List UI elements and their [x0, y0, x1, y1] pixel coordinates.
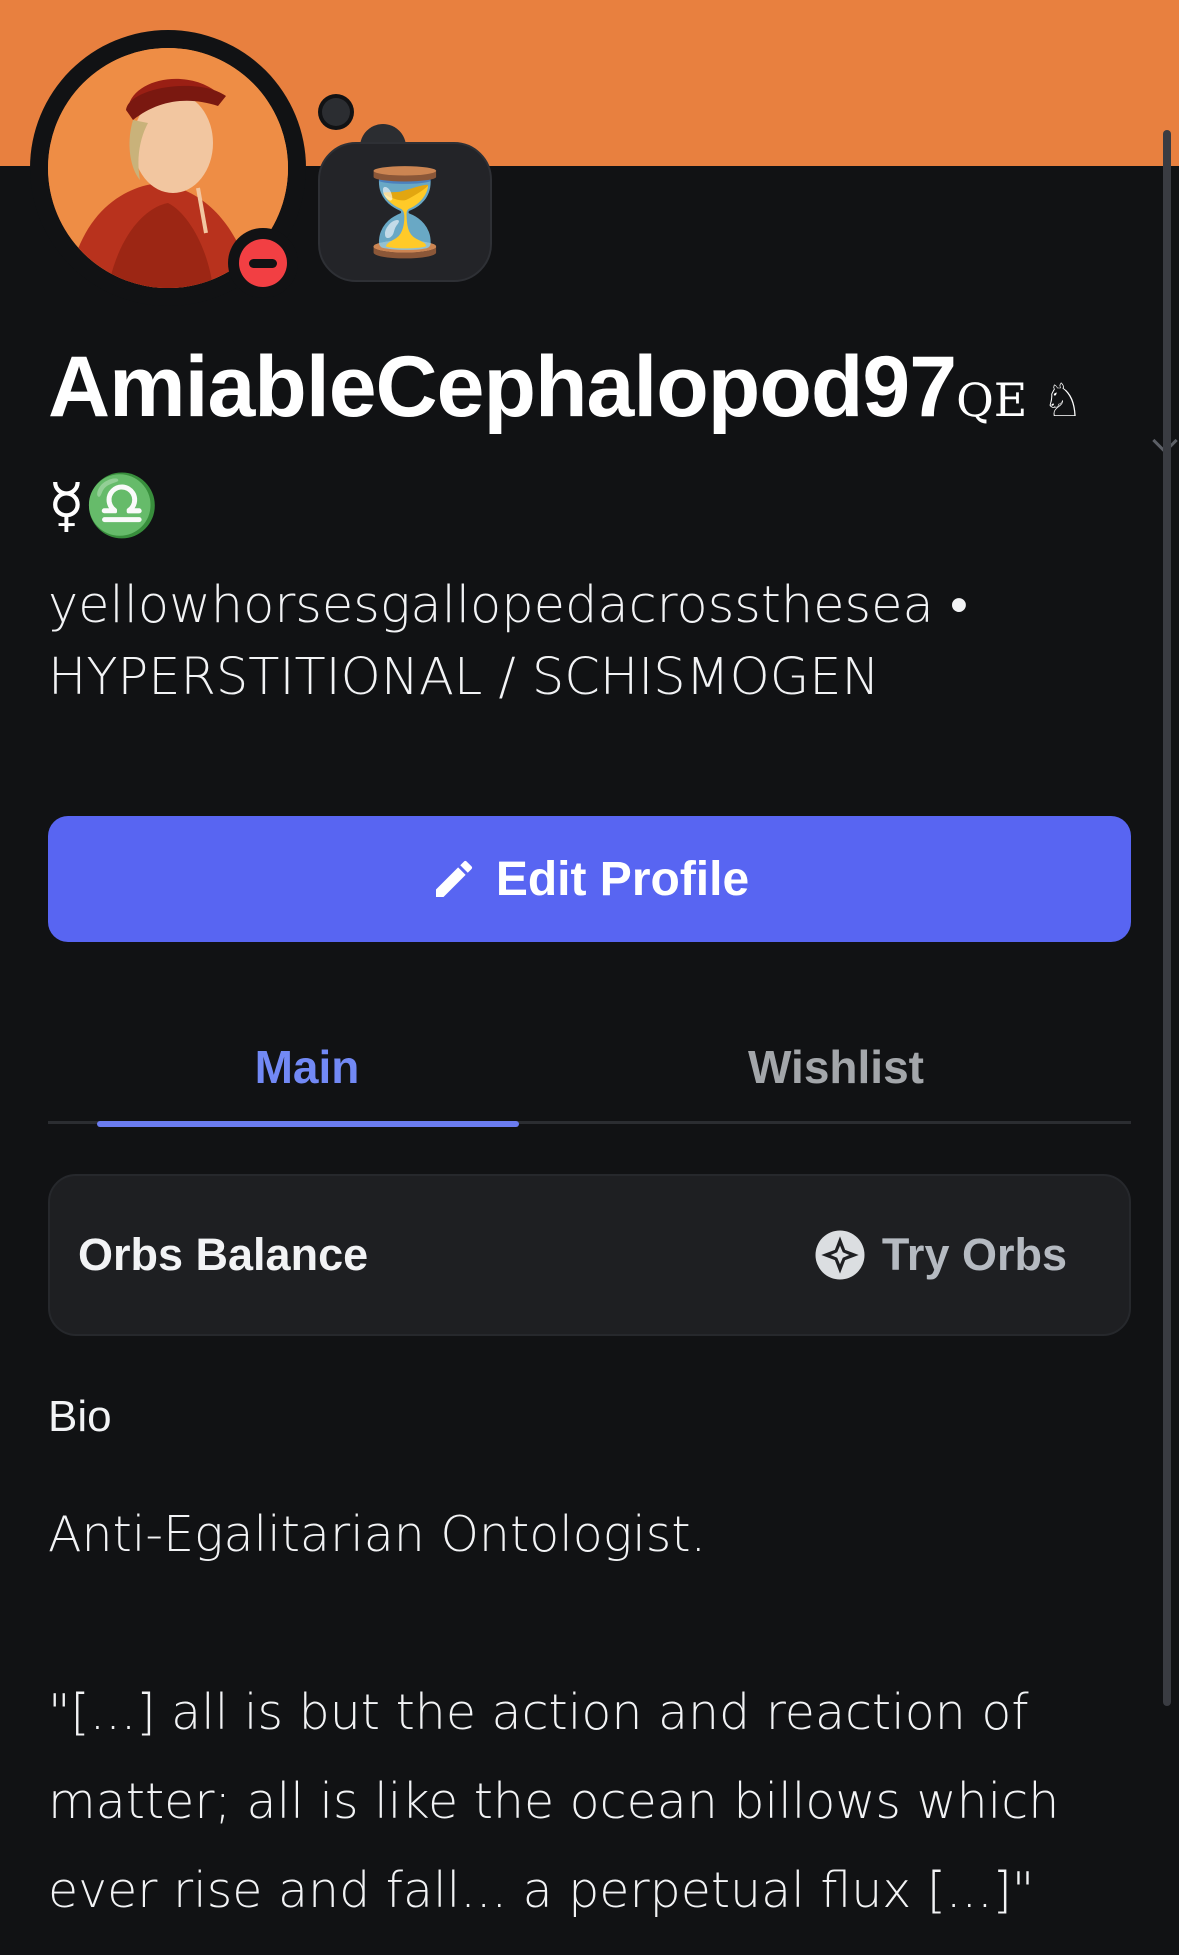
username-glyphs: QE ♘	[956, 373, 1084, 427]
try-orbs-label: Try Orbs	[881, 1229, 1067, 1280]
edit-profile-button[interactable]: Edit Profile	[48, 816, 1131, 942]
tab-main[interactable]: Main	[97, 1010, 519, 1127]
profile-tabs: Main Wishlist	[48, 1010, 1131, 1127]
orb-icon	[815, 1230, 865, 1280]
hourglass-icon: ⏳	[352, 163, 458, 261]
thought-bubble-dot-small	[318, 94, 354, 130]
tab-wishlist[interactable]: Wishlist	[626, 1010, 1046, 1124]
dnd-status-icon	[239, 239, 287, 287]
username-glyphs-line2: ☿♎	[48, 471, 160, 541]
edit-profile-label: Edit Profile	[495, 852, 750, 906]
profile-subline: yellowhorsesgallopedacrossthesea • HYPER…	[48, 576, 968, 707]
try-orbs-button[interactable]: Try Orbs	[812, 1176, 1067, 1334]
orbs-balance-label: Orbs Balance	[78, 1229, 369, 1280]
custom-status-bubble[interactable]: ⏳	[318, 142, 492, 282]
username-text: AmiableCephalopod97	[48, 339, 957, 435]
pencil-icon	[435, 860, 472, 897]
bio-heading: Bio	[48, 1392, 112, 1441]
orbs-balance-card: Orbs Balance Try Orbs	[48, 1174, 1131, 1336]
scrollbar[interactable]	[1163, 130, 1171, 1706]
display-name[interactable]: AmiableCephalopod97QE ♘	[48, 338, 1083, 437]
bio-text: Anti-Egalitarian Ontologist. "[...] all …	[48, 1506, 1060, 1919]
